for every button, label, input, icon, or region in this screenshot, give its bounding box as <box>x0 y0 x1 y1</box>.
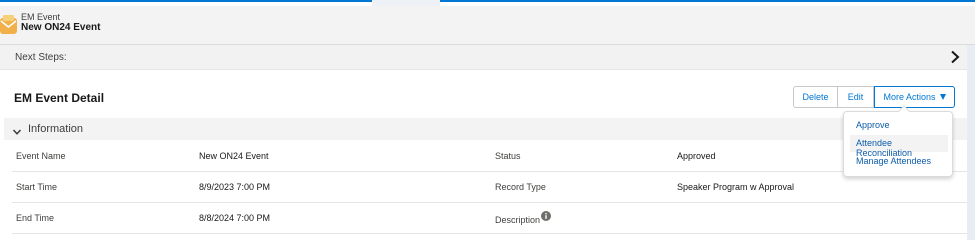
delete-button[interactable]: Delete <box>793 86 838 108</box>
menu-item-approve[interactable]: Approve <box>850 117 948 134</box>
information-section-header[interactable]: Information <box>4 118 967 140</box>
scrollbar-track[interactable] <box>967 45 975 240</box>
em-event-icon <box>0 14 18 36</box>
field-row: Start Time 8/9/2023 7:00 PM Record Type … <box>12 173 967 203</box>
field-label: Record Type <box>495 182 546 192</box>
menu-item-attendee-reconciliation[interactable]: Attendee Reconciliation <box>850 135 948 158</box>
field-value: Approved <box>677 151 716 161</box>
field-label: Status <box>495 151 521 161</box>
field-value: Speaker Program w Approval <box>677 182 795 192</box>
object-type-label: EM Event <box>21 12 61 22</box>
next-steps-bar[interactable]: Next Steps: <box>0 45 975 70</box>
field-label: End Time <box>16 213 55 223</box>
menu-item-manage-attendees[interactable]: Manage Attendees <box>850 153 948 170</box>
field-value: 8/9/2023 7:00 PM <box>199 182 271 192</box>
next-steps-label: Next Steps: <box>15 52 67 63</box>
caret-down-icon <box>939 94 946 100</box>
chevron-right-icon[interactable] <box>948 50 962 64</box>
field-label: Start Time <box>16 182 58 192</box>
more-actions-label: More Actions <box>883 92 936 102</box>
edit-button[interactable]: Edit <box>837 86 874 108</box>
field-label: Event Name <box>16 151 66 161</box>
field-value: New ON24 Event <box>199 151 269 161</box>
record-name: New ON24 Event <box>21 22 101 33</box>
field-value: 8/8/2024 7:00 PM <box>199 213 271 223</box>
section-label: Information <box>28 123 84 135</box>
more-actions-button[interactable]: More Actions <box>874 86 955 108</box>
chevron-down-icon[interactable] <box>12 124 22 135</box>
more-actions-menu: Approve Attendee Reconciliation Manage A… <box>843 105 953 177</box>
field-row: Event Name New ON24 Event Status Approve… <box>12 142 967 172</box>
info-icon[interactable] <box>541 208 551 221</box>
field-label: Description <box>495 215 541 225</box>
page-title: EM Event Detail <box>14 91 105 105</box>
field-row: End Time 8/8/2024 7:00 PM Description <box>12 204 967 234</box>
record-header: EM Event New ON24 Event <box>0 6 975 45</box>
